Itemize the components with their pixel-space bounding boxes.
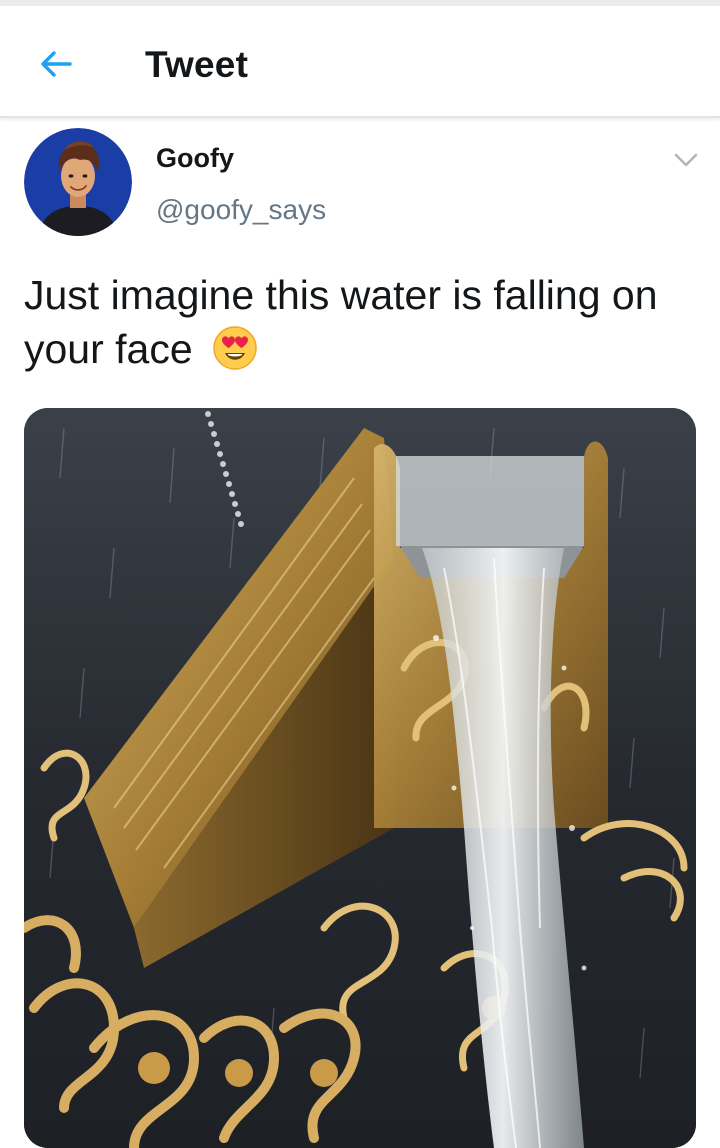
arrow-left-icon <box>41 51 72 77</box>
tweet-text: Just imagine this water is falling on yo… <box>24 268 694 376</box>
author-handle[interactable]: @goofy_says <box>156 194 326 226</box>
back-button[interactable] <box>28 36 84 92</box>
tweet-media-image[interactable] <box>24 408 696 1148</box>
page-title: Tweet <box>145 44 249 85</box>
avatar-image <box>24 128 132 236</box>
heart-eyes-emoji-icon <box>213 326 257 370</box>
app-header: Tweet <box>0 6 720 118</box>
avatar[interactable] <box>24 128 132 236</box>
author-name[interactable]: Goofy <box>156 143 234 174</box>
tweet-options-button[interactable] <box>668 142 704 178</box>
chevron-down-icon <box>674 153 698 167</box>
media-illustration <box>24 408 696 1148</box>
tweet-text-content: Just imagine this water is falling on yo… <box>24 272 658 372</box>
